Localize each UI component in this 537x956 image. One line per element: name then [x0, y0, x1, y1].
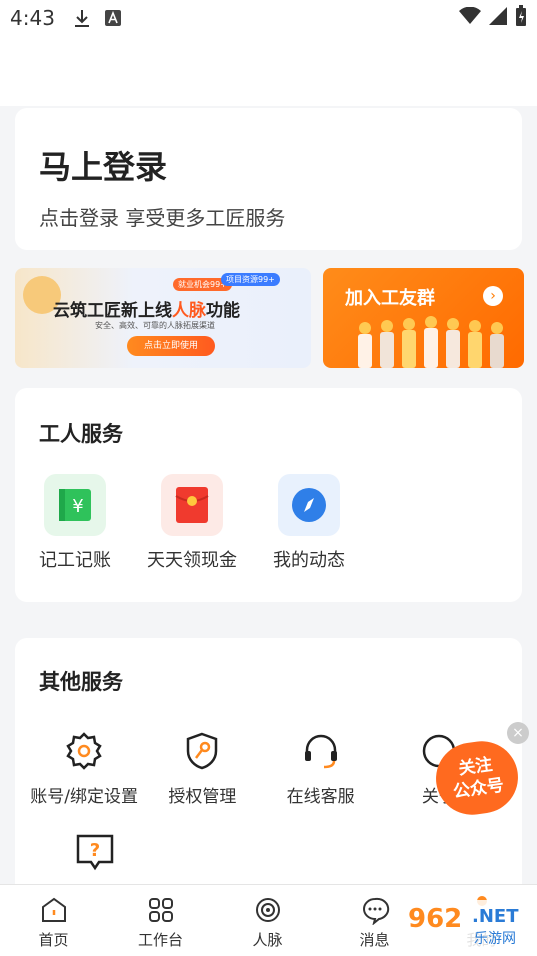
service-authorization[interactable]: 授权管理: [143, 728, 261, 807]
tab-workbench[interactable]: 工作台: [107, 885, 214, 956]
join-worker-group-banner[interactable]: 加入工友群 ›: [323, 268, 524, 368]
shield-key-icon: [179, 728, 225, 774]
join-group-title: 加入工友群: [345, 288, 435, 309]
login-title[interactable]: 马上登录: [39, 142, 498, 188]
a-notification-icon: [104, 10, 121, 26]
tab-network-label: 人脉: [252, 931, 283, 949]
tab-home-label: 首页: [38, 931, 69, 949]
my-activity-label: 我的动态: [273, 550, 345, 571]
workers-illustration: [358, 316, 504, 368]
network-icon: [255, 898, 280, 922]
service-online-support[interactable]: 在线客服: [262, 728, 380, 807]
status-time: 4:43: [10, 6, 55, 30]
chat-icon: [362, 897, 389, 925]
battery-icon: [515, 4, 527, 32]
headset-icon: [298, 728, 344, 774]
status-bar: 4:43: [0, 0, 537, 36]
header-area: [0, 36, 537, 106]
signal-icon: [489, 6, 507, 30]
svg-text:¥: ¥: [72, 496, 83, 517]
ledger-icon: ¥: [44, 474, 106, 536]
red-envelope-icon: [161, 474, 223, 536]
close-icon[interactable]: ×: [507, 722, 529, 744]
compass-icon: [278, 474, 340, 536]
tab-workbench-label: 工作台: [137, 931, 183, 949]
watermark-cn: 乐游网: [474, 931, 516, 947]
ledger-label: 记工记账: [39, 550, 111, 571]
banner-subtitle: 安全、高效、可靠的人脉拓展渠道: [95, 321, 215, 330]
tab-home[interactable]: 首页: [0, 885, 107, 956]
login-card[interactable]: 马上登录 点击登录 享受更多工匠服务: [15, 108, 522, 250]
service-account-settings[interactable]: 账号/绑定设置: [25, 728, 143, 807]
tab-network[interactable]: 人脉: [214, 885, 321, 956]
banner-tag-projects: 项目资源99+: [221, 273, 280, 286]
daily-cash-label: 天天领现金: [147, 550, 237, 571]
site-watermark: 962 .NET 乐游网: [398, 900, 533, 952]
banner-title: 云筑工匠新上线人脉功能: [53, 301, 240, 321]
online-support-label: 在线客服: [286, 787, 355, 807]
worker-services-card: 工人服务 ¥ 记工记账 天天领现金 我的动态: [15, 388, 522, 602]
service-daily-cash[interactable]: 天天领现金: [147, 474, 237, 572]
account-settings-label: 账号/绑定设置: [30, 787, 138, 807]
grid-icon: [148, 898, 173, 922]
tab-messages-label: 消息: [359, 931, 390, 949]
wifi-icon: [459, 6, 481, 30]
login-subtitle: 点击登录 享受更多工匠服务: [39, 206, 286, 230]
other-services-title: 其他服务: [39, 670, 123, 694]
watermark-number: 962: [408, 904, 463, 934]
network-feature-banner[interactable]: 就业机会99+ 项目资源99+ 云筑工匠新上线人脉功能 安全、高效、可靠的人脉拓…: [15, 268, 311, 368]
gear-icon: [61, 728, 107, 774]
feedback-icon[interactable]: ?: [75, 833, 498, 875]
service-my-activity[interactable]: 我的动态: [273, 474, 345, 572]
watermark-net: .NET: [472, 906, 519, 927]
home-icon: [41, 897, 66, 922]
service-ledger[interactable]: ¥ 记工记账: [39, 474, 111, 572]
authorization-label: 授权管理: [168, 787, 237, 807]
download-icon: [73, 8, 91, 28]
svg-text:?: ?: [90, 840, 100, 861]
worker-services-title: 工人服务: [39, 422, 123, 446]
banner-use-now-button[interactable]: 点击立即使用: [127, 336, 215, 356]
chevron-right-icon[interactable]: ›: [483, 286, 503, 306]
